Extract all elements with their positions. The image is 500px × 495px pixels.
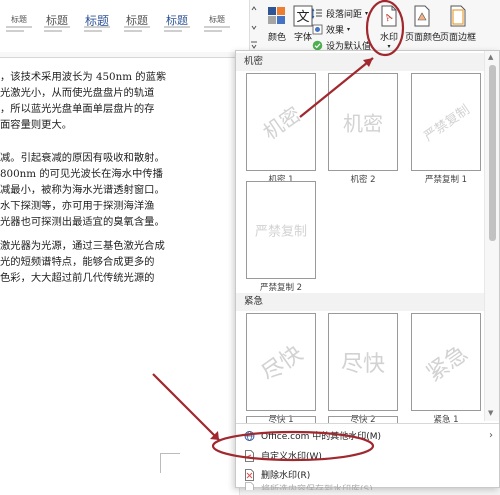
page-borders-label: 页面边框 <box>440 33 477 43</box>
section-header-urgent: 紧急 <box>236 293 484 311</box>
watermark-preview-text: 紧急 <box>422 341 473 387</box>
checkmark-circle-icon <box>312 40 323 50</box>
watermark-preview-text: 机密 <box>343 111 383 136</box>
page-color-label: 页面颜色 <box>405 33 442 43</box>
watermark-thumbnail: 紧急 <box>411 313 481 411</box>
watermark-icon: A <box>381 5 397 27</box>
watermark-option-confidential-1[interactable]: 机密 机密 1 <box>246 73 318 185</box>
watermark-thumbnail: 严禁复制 <box>246 181 316 279</box>
watermark-thumbnail: 尽快 <box>328 313 398 411</box>
style-gallery: 标题 标题 标题 标题 标题 标题 <box>0 0 250 52</box>
style-label: 标题 <box>11 15 27 24</box>
watermark-preview-text: 严禁复制 <box>254 224 308 240</box>
effects-label: 效果 <box>326 25 345 36</box>
watermark-preview-text: 机密 <box>258 101 306 145</box>
watermark-option-asap-1[interactable]: 尽快 尽快 1 <box>246 313 318 425</box>
watermark-option-asap-2[interactable]: 尽快 尽快 2 <box>328 313 400 425</box>
gallery-scroll-icon <box>251 6 257 49</box>
page-corner-mark <box>160 453 180 473</box>
watermark-option-urgent-1[interactable]: 紧急 紧急 1 <box>411 313 483 425</box>
watermark-option-label: 机密 2 <box>350 175 376 185</box>
watermark-thumbnail-partial[interactable] <box>328 416 398 423</box>
watermark-preview-text: 尽快 <box>340 352 386 377</box>
text-line: ，所以蓝光光盘单面单层盘片的存 <box>0 103 155 115</box>
gallery-scrollbar[interactable]: ▲ ▼ <box>484 51 499 421</box>
watermark-option-no-copy-1[interactable]: 严禁复制 严禁复制 1 <box>411 73 483 185</box>
text-line: ，该技术采用波长为 450nm 的蓝紫 <box>0 71 167 83</box>
fonts-icon: 文 <box>293 5 313 27</box>
chevron-right-icon: › <box>489 430 493 441</box>
watermark-label: 水印 <box>379 33 398 43</box>
effects-button[interactable]: 效果 ▾ <box>312 21 350 37</box>
watermark-thumbnail: 严禁复制 <box>411 73 481 171</box>
text-line: 减最小，被称为海水光谱透射窗口。 <box>0 184 165 196</box>
document-page[interactable]: ，该技术采用波长为 450nm 的蓝紫 光激光小，从而使光盘盘片的轨道 ，所以蓝… <box>0 58 240 495</box>
style-gallery-item[interactable]: 标题 <box>120 4 154 44</box>
style-gallery-item[interactable]: 标题 <box>160 4 194 44</box>
style-gallery-item[interactable]: 标题 <box>2 4 36 44</box>
menu-item-label: 将所选内容保存到水印库(S)... <box>261 485 382 490</box>
page-borders-icon <box>450 5 466 27</box>
style-label: 标题 <box>46 14 68 27</box>
style-gallery-item[interactable]: 标题 <box>80 4 114 44</box>
watermark-option-no-copy-2[interactable]: 严禁复制 严禁复制 2 <box>246 181 318 293</box>
watermark-dropdown: 机密 机密 机密 1 机密 机密 2 严禁复制 严禁复制 1 严禁复制 严禁复制… <box>235 50 500 490</box>
text-line: 光的短频谱特点，能够合成更多的 <box>0 256 155 268</box>
page-color-icon <box>414 5 430 27</box>
scrollbar-thumb[interactable] <box>489 65 496 241</box>
style-label: 标题 <box>84 14 109 28</box>
watermark-thumbnail-partial[interactable] <box>246 416 316 423</box>
text-line: 面容量则更大。 <box>0 119 73 131</box>
dropdown-arrow-icon: ▾ <box>347 25 351 33</box>
dropdown-arrow-icon: ▾ <box>365 9 369 17</box>
text-line: 减。引起衰减的原因有吸收和散射。 <box>0 152 165 164</box>
menu-item-label: 删除水印(R) <box>261 471 311 481</box>
save-icon <box>245 482 254 490</box>
watermark-option-confidential-2[interactable]: 机密 机密 2 <box>328 73 400 185</box>
watermark-thumbnail: 尽快 <box>246 313 316 411</box>
menu-item-label: Office.com 中的其他水印(M) <box>261 432 382 442</box>
globe-icon <box>244 430 255 441</box>
remove-watermark-icon <box>245 468 254 481</box>
paragraph-spacing-icon <box>312 7 322 19</box>
svg-text:文: 文 <box>296 10 309 25</box>
watermark-menu: Office.com 中的其他水印(M) › 自定义水印(W)... 删除水印(… <box>236 423 499 490</box>
section-header-confidential: 机密 <box>236 53 484 71</box>
watermark-option-label: 严禁复制 2 <box>259 283 303 293</box>
gallery-scroll[interactable] <box>250 0 258 52</box>
paragraph-spacing-button[interactable]: 段落间距 ▾ <box>312 5 368 21</box>
paragraph-spacing-label: 段落间距 <box>326 9 363 20</box>
style-gallery-item[interactable]: 标题 <box>40 4 74 44</box>
watermark-thumbnail: 机密 <box>328 73 398 171</box>
style-gallery-item[interactable]: 标题 <box>200 4 234 44</box>
scroll-up-icon[interactable]: ▲ <box>488 53 493 61</box>
page-color-button[interactable]: 页面颜色 <box>405 4 442 52</box>
text-line: 光器也可探测出最适宜的臭氧含量。 <box>0 216 165 228</box>
menu-item-label: 自定义水印(W)... <box>261 452 331 462</box>
text-line: 色彩，大大超过前几代传统光源的 <box>0 272 155 284</box>
watermark-option-label: 严禁复制 1 <box>424 175 468 185</box>
menu-item-save-selection[interactable]: 将所选内容保存到水印库(S)... <box>236 482 499 490</box>
dropdown-arrow-icon: ▾ <box>387 43 391 50</box>
text-line: 800nm 的可见光波长在海水中传播 <box>0 168 163 180</box>
style-label: 标题 <box>126 14 148 27</box>
text-line: 水下探测等，亦可用于探测海洋渔 <box>0 200 155 212</box>
menu-item-custom-watermark[interactable]: 自定义水印(W)... <box>236 446 499 465</box>
document-icon <box>245 449 254 462</box>
watermark-preview-text: 严禁复制 <box>421 102 473 145</box>
effects-icon <box>312 24 323 34</box>
text-line: 光激光小，从而使光盘盘片的轨道 <box>0 87 155 99</box>
style-label: 标题 <box>209 15 225 24</box>
style-label: 标题 <box>166 14 188 27</box>
scroll-down-icon[interactable]: ▼ <box>488 409 493 417</box>
text-line: 激光器为光源，通过三基色激光合成 <box>0 240 165 252</box>
menu-item-office-more[interactable]: Office.com 中的其他水印(M) › <box>236 426 499 445</box>
watermark-button[interactable]: A 水印 ▾ <box>375 4 403 52</box>
watermark-thumbnail: 机密 <box>246 73 316 171</box>
watermark-preview-text: 尽快 <box>257 341 308 387</box>
page-borders-button[interactable]: 页面边框 <box>440 4 476 52</box>
